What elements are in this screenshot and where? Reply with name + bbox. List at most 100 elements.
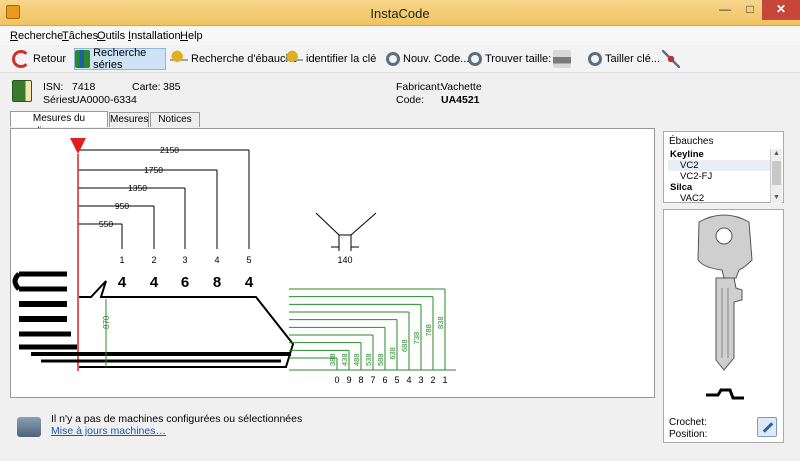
machine-icon xyxy=(17,417,41,437)
blank-item-vac2[interactable]: VAC2 xyxy=(668,193,772,203)
position-labels: 1 2 3 4 5 xyxy=(119,255,251,265)
pointer-marker xyxy=(70,138,86,154)
minimize-button[interactable]: — xyxy=(712,0,738,20)
spacing-label: 1750 xyxy=(144,165,163,175)
key-search-icon xyxy=(285,50,303,68)
pencil-icon xyxy=(762,422,774,433)
position-label: 3 xyxy=(182,255,187,265)
spacing-label: 2150 xyxy=(160,145,179,155)
depth-value-label: 438 xyxy=(340,353,349,366)
cut-depth-label: 4 xyxy=(245,274,254,291)
position-label: 4 xyxy=(214,255,219,265)
new-code-icon xyxy=(386,52,400,66)
maximize-button[interactable]: □ xyxy=(738,0,762,20)
keys-icon xyxy=(170,50,188,68)
key-diagram: 2150 1750 1350 950 550 12345 44684 140 870 3… xyxy=(10,128,655,398)
depth-value-label: 388 xyxy=(328,353,337,366)
carte-label: Carte: xyxy=(132,81,161,93)
spacing-label: 950 xyxy=(115,201,129,211)
profile-icon xyxy=(706,388,744,400)
blank-item-vc2-fj[interactable]: VC2-FJ xyxy=(668,171,772,182)
carte-value: 385 xyxy=(163,81,181,93)
depth-number-label: 9 xyxy=(346,375,351,385)
menu-outils[interactable]: Outils xyxy=(97,30,125,42)
series-value: UA0000-6334 xyxy=(72,94,137,106)
search-blank-label: Recherche d'ébauche xyxy=(191,53,298,65)
printer-icon xyxy=(553,50,571,68)
depth-number-label: 8 xyxy=(358,375,363,385)
depth-value-label: 688 xyxy=(400,339,409,352)
spacing-dimensions xyxy=(78,149,250,249)
spacing-label: 1350 xyxy=(128,183,147,193)
scroll-thumb[interactable] xyxy=(772,161,781,185)
find-size-button[interactable]: Trouver taille: xyxy=(468,48,551,70)
cut-labels: 4 4 6 8 4 xyxy=(118,274,254,291)
tab-measures[interactable]: Mesures xyxy=(109,112,149,127)
depth-number-label: 7 xyxy=(370,375,375,385)
depth-number-label: 5 xyxy=(394,375,399,385)
depth-value-label: 588 xyxy=(376,353,385,366)
window-title: InstaCode xyxy=(370,6,430,21)
tab-diagram-measures[interactable]: Mesures du diagramme xyxy=(10,111,108,137)
toolbar: Retour Recherche séries Recherche d'ébau… xyxy=(0,45,800,73)
depth-value-label: 638 xyxy=(388,347,397,360)
cut-depth-label: 4 xyxy=(150,274,159,291)
depth-number-label: 1 xyxy=(442,375,447,385)
print-button[interactable] xyxy=(553,48,574,70)
key-picture-panel: Crochet: Position: xyxy=(663,209,784,443)
menu-installation[interactable]: Installation xyxy=(128,30,181,42)
depth-value-label: 838 xyxy=(436,316,445,329)
depth-lines: 3880438948885387588663856884738378828381 xyxy=(289,288,448,385)
isn-value: 7418 xyxy=(72,81,96,93)
spacing-label: 550 xyxy=(99,219,113,229)
depth-number-label: 3 xyxy=(418,375,423,385)
code-label: Code: xyxy=(396,94,425,106)
title-bar: InstaCode — □ ✕ xyxy=(0,0,800,26)
cut-key-button[interactable]: Tailler clé... xyxy=(588,48,660,70)
books-icon xyxy=(75,50,91,68)
tools-button[interactable] xyxy=(662,48,683,70)
menu-taches[interactable]: Tâches xyxy=(62,30,98,42)
series-info: ISN: 7418 Carte: 385 Séries: UA0000-6334… xyxy=(0,74,800,112)
tools-icon xyxy=(662,50,680,68)
blank-group-silca[interactable]: Silca xyxy=(668,182,772,193)
back-label: Retour xyxy=(33,53,67,65)
blanks-header: Ébauches xyxy=(669,136,714,147)
position-label: Position: xyxy=(669,429,708,440)
search-blank-button[interactable]: Recherche d'ébauche xyxy=(170,48,298,70)
menu-recherche[interactable]: Recherche xyxy=(10,30,63,42)
key-diagram-svg: 215017501350950550 12345 44684 140 870 3… xyxy=(12,138,456,385)
search-series-label: Recherche séries xyxy=(93,47,147,71)
crochet-label: Crochet: xyxy=(669,417,707,428)
back-button[interactable]: Retour xyxy=(12,48,66,70)
update-machines-link[interactable]: Mise à jours machines… xyxy=(51,425,166,437)
new-code-button[interactable]: Nouv. Code... xyxy=(386,48,469,70)
blank-group-keyline[interactable]: Keyline xyxy=(668,149,772,160)
code-value: UA4521 xyxy=(441,94,480,106)
identify-key-button[interactable]: identifier la clé xyxy=(285,48,376,70)
search-series-button[interactable]: Recherche séries xyxy=(74,47,166,71)
scroll-up-icon[interactable]: ▲ xyxy=(771,149,782,159)
book-icon xyxy=(12,80,32,102)
depth-value-label: 538 xyxy=(364,353,373,366)
fabricant-label: Fabricant: xyxy=(396,81,443,93)
cut-depth-label: 8 xyxy=(213,274,221,291)
close-button[interactable]: ✕ xyxy=(762,0,800,20)
cut-key-label: Tailler clé... xyxy=(605,53,661,65)
menu-bar: Recherche Tâches Outils Installation Hel… xyxy=(0,27,800,45)
scroll-down-icon[interactable]: ▼ xyxy=(771,193,782,203)
edit-button[interactable] xyxy=(757,417,777,437)
depth-value-label: 738 xyxy=(412,332,421,345)
tab-notices[interactable]: Notices etc xyxy=(150,112,200,138)
spacing-labels: 2150 1750 1350 950550 xyxy=(99,145,179,229)
isn-label: ISN: xyxy=(43,81,64,93)
blanks-scrollbar[interactable]: ▲ ▼ xyxy=(770,149,782,203)
find-size-label: Trouver taille: xyxy=(485,53,552,65)
position-label: 2 xyxy=(151,255,156,265)
magnify-icon xyxy=(468,52,482,66)
menu-help[interactable]: Help xyxy=(180,30,203,42)
new-code-label: Nouv. Code... xyxy=(403,53,470,65)
fabricant-value: Vachette xyxy=(441,81,482,93)
blank-item-vc2[interactable]: VC2 xyxy=(668,160,772,171)
depth-value-label: 788 xyxy=(424,324,433,337)
